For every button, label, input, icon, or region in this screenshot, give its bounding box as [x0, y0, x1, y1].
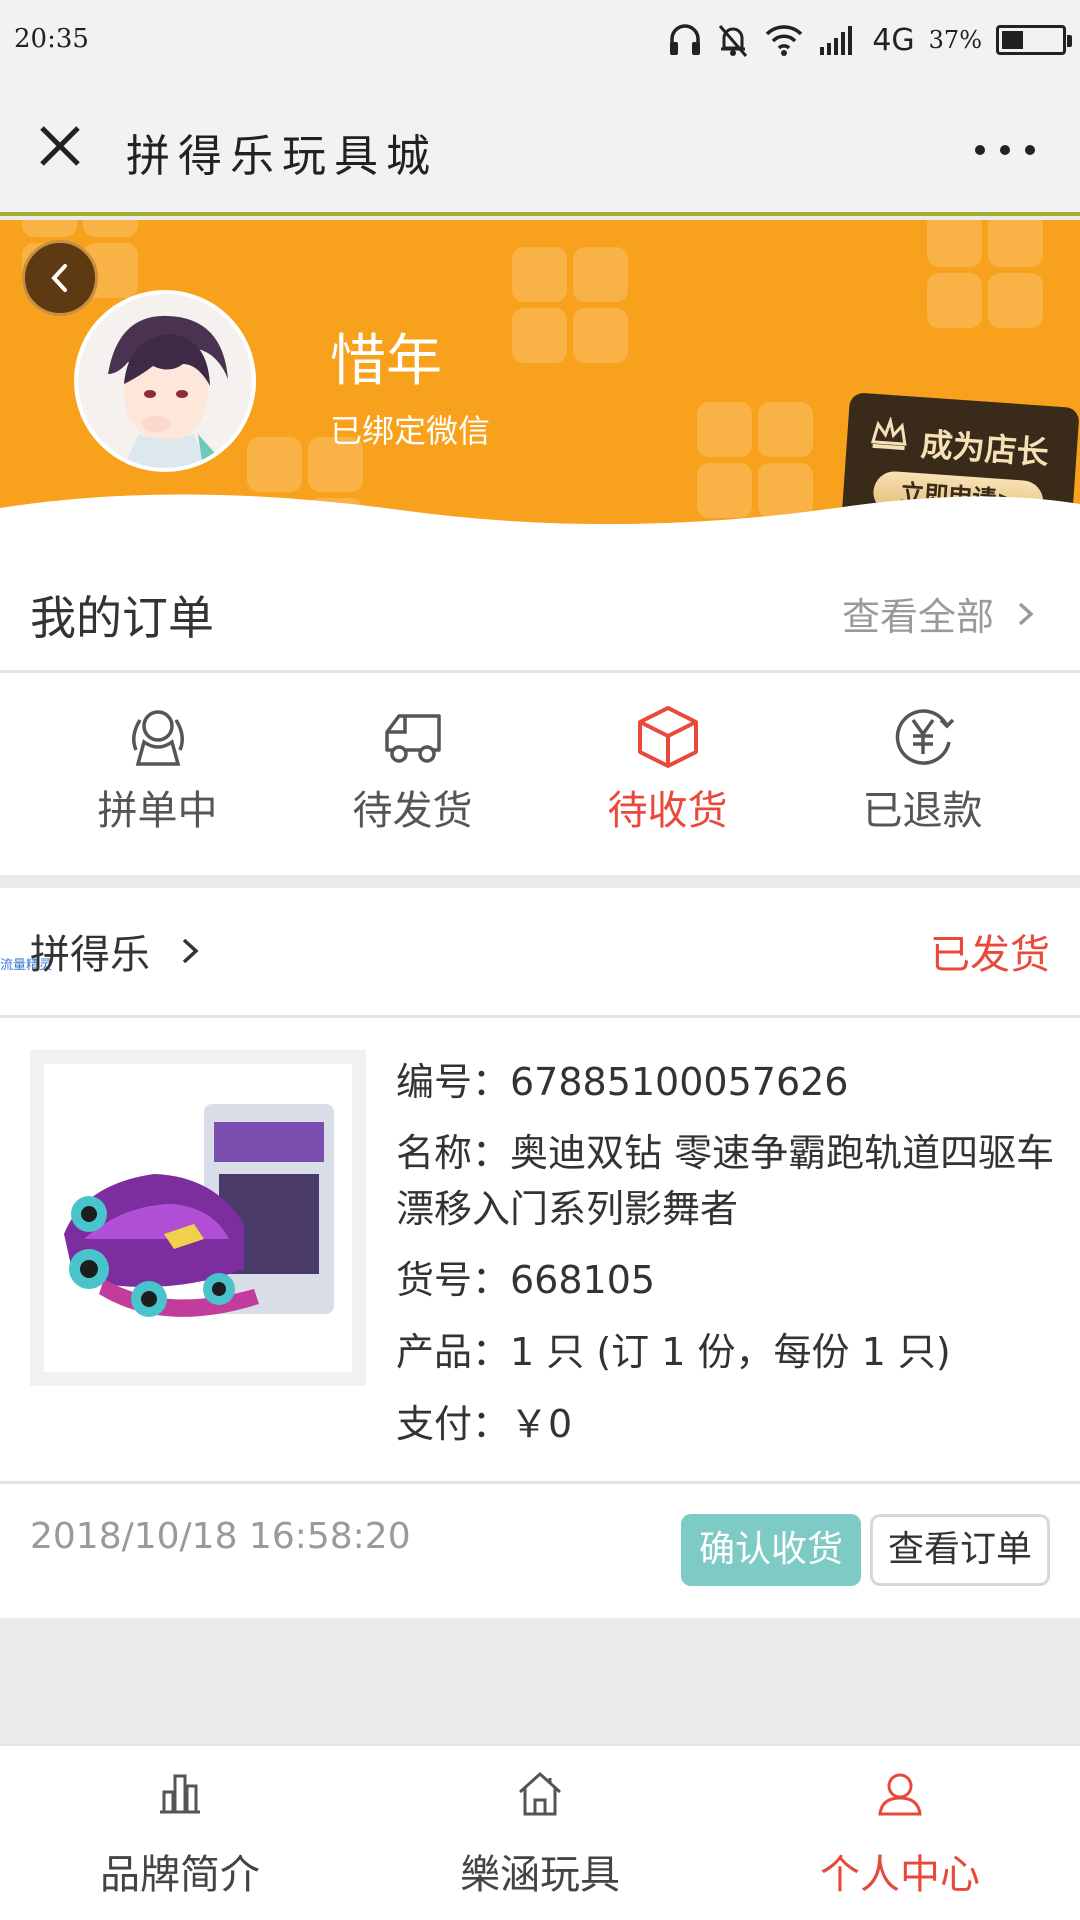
view-order-button[interactable]: 查看订单 [870, 1514, 1050, 1586]
nav-personal-center[interactable]: 个人中心 [720, 1746, 1080, 1920]
payment-amount: 支付：￥0 [396, 1402, 573, 1446]
user-icon [878, 1773, 922, 1816]
back-button[interactable] [22, 240, 98, 316]
network-type: 4G [872, 22, 915, 58]
chart-icon [160, 1774, 200, 1814]
wechat-bind-status: 已绑定微信 [330, 412, 491, 450]
order-details: 编号：67885100057626 名称：奥迪双钻 零速争霸跑轨道四驱车 漂移入… [396, 1053, 1056, 1467]
chevron-right-icon [1018, 602, 1034, 625]
signal-icon [820, 26, 853, 55]
wifi-icon [766, 25, 803, 56]
status-icons: 4G 37% [668, 18, 1072, 62]
view-all-orders-link[interactable]: 查看全部 [842, 586, 1036, 641]
close-icon[interactable] [30, 116, 90, 176]
puzzle-pattern-icon [512, 247, 628, 363]
tab-pending-receipt[interactable]: 待收货 [540, 702, 795, 842]
divider [0, 1015, 1080, 1018]
truck-icon [384, 714, 441, 763]
order-card: 流量精灵 拼得乐 已发货 编号：67885100057626 名称：奥迪双钻 零… [0, 888, 1080, 1618]
shopkeeper-title: 成为店长 [919, 425, 1050, 473]
headphones-icon [670, 24, 701, 55]
status-time: 20:35 [14, 24, 89, 54]
shop-link[interactable]: 拼得乐 [30, 922, 202, 980]
header-wave [0, 494, 1080, 550]
tab-group-buying[interactable]: 拼单中 [30, 702, 285, 842]
avatar[interactable] [74, 290, 256, 472]
avatar-illustration-icon [78, 294, 252, 468]
tab-label: 待收货 [607, 788, 728, 834]
chevron-left-icon [51, 264, 67, 292]
nav-label: 樂涵玩具 [460, 1852, 620, 1898]
product-image-frame [44, 1064, 352, 1372]
product-image[interactable] [30, 1050, 366, 1386]
tab-label: 拼单中 [97, 788, 218, 834]
shipping-status: 已发货 [930, 932, 1050, 978]
username: 惜年 [330, 329, 442, 394]
battery-icon [996, 25, 1072, 55]
battery-percent: 37% [928, 26, 982, 54]
bell-muted-icon [719, 25, 748, 57]
home-icon [518, 1771, 562, 1816]
product-sku: 货号：668105 [396, 1258, 656, 1302]
order-number: 编号：67885100057626 [396, 1060, 849, 1104]
product-name: 名称：奥迪双钻 零速争霸跑轨道四驱车 漂移入门系列影舞者 [396, 1131, 1055, 1231]
nav-brand-intro[interactable]: 品牌简介 [0, 1746, 360, 1920]
crown-icon [870, 415, 907, 451]
battery-level [1002, 31, 1023, 49]
tab-label: 待发货 [352, 788, 473, 834]
profile-header: 惜年 已绑定微信 成为店长 立即申请> [0, 220, 1080, 550]
product-quantity: 产品：1 只 (订 1 份，每份 1 只) [396, 1330, 951, 1374]
toy-car-image-icon [64, 1104, 334, 1317]
divider [0, 1481, 1080, 1484]
tab-refunded[interactable]: 已退款 [795, 702, 1050, 842]
title-bar: 拼得乐玩具城 [0, 80, 1080, 216]
my-orders-card: 我的订单 查看全部 拼单中 待发货 待收货 已退款 [0, 550, 1080, 875]
tab-label: 已退款 [862, 788, 983, 834]
my-orders-title: 我的订单 [30, 591, 214, 645]
nav-label: 个人中心 [820, 1852, 980, 1898]
box-icon [637, 706, 698, 768]
page-title: 拼得乐玩具城 [126, 131, 438, 182]
divider [0, 670, 1080, 673]
chevron-right-icon [182, 938, 199, 964]
puzzle-pattern-icon [927, 220, 1043, 328]
nav-toys-home[interactable]: 樂涵玩具 [360, 1746, 720, 1920]
confirm-receipt-button[interactable]: 确认收货 [681, 1514, 861, 1586]
tab-pending-shipment[interactable]: 待发货 [285, 702, 540, 842]
nav-label: 品牌简介 [100, 1852, 260, 1898]
bottom-navigation: 品牌简介 樂涵玩具 个人中心 [0, 1744, 1080, 1920]
view-all-label: 查看全部 [841, 595, 994, 639]
status-bar: 20:35 4G 37% [0, 0, 1080, 80]
more-dots-icon[interactable] [970, 130, 1040, 170]
yen-refund-icon [895, 709, 954, 765]
order-timestamp: 2018/10/18 16:58:20 [30, 1516, 411, 1557]
group-people-icon [131, 710, 184, 766]
shop-name: 拼得乐 [30, 932, 150, 978]
order-status-tabs: 拼单中 待发货 待收货 已退款 [0, 702, 1080, 842]
